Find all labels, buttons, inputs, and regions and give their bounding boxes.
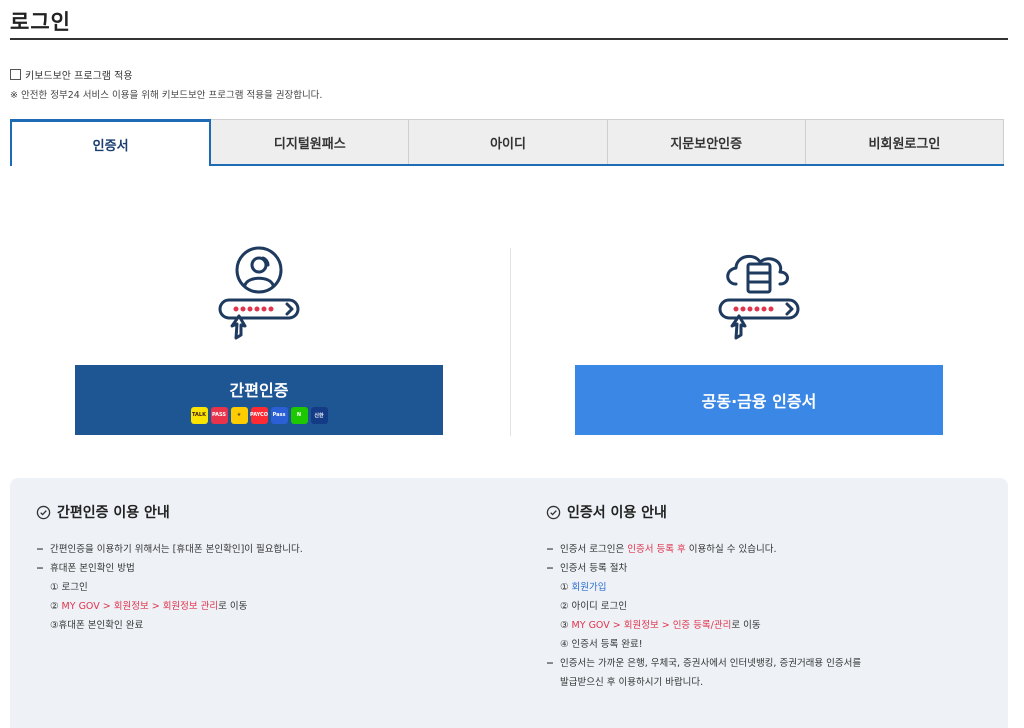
check-circle-icon [36,505,51,519]
sign-up-link[interactable]: 회원가입 [572,582,607,593]
tab-digital-onepass[interactable]: 디지털원패스 [211,119,410,164]
my-gov-cert-link[interactable]: MY GOV > 회원정보 > 인증 등록/관리 [572,620,732,631]
tab-certificate[interactable]: 인증서 [10,119,212,166]
certificate-guide-item: 인증서는 가까운 은행, 우체국, 증권사에서 인터넷뱅킹, 증권거래용 인증서… [560,658,862,669]
section-divider [510,248,511,436]
check-circle-icon [546,505,561,519]
simple-auth-guide-item: 휴대폰 본인확인 방법 [50,563,135,574]
simple-auth-illustration-icon [212,246,308,342]
tab-fingerprint[interactable]: 지문보안인증 [607,119,806,164]
tab-guest-login[interactable]: 비회원로그인 [805,119,1005,164]
kakao-app-icon: TALK [190,406,208,424]
keyboard-security-option[interactable]: 키보드보안 프로그램 적용 [10,67,133,82]
certificate-step: ① 회원가입 [560,582,607,593]
certificate-guide-item: 인증서 등록 절차 [560,563,628,574]
tab-id[interactable]: 아이디 [409,119,608,164]
simple-auth-button[interactable]: 간편인증 TALK PASS ★ PAYCO Pass N 신한 [75,365,443,435]
samsung-pass-app-icon: Pass [270,406,288,424]
payco-app-icon: PAYCO [250,406,268,424]
certificate-step: ④ 인증서 등록 완료! [560,639,643,650]
my-gov-profile-link[interactable]: MY GOV > 회원정보 > 회원정보 관리 [62,601,219,612]
certificate-step: ③ MY GOV > 회원정보 > 인증 등록/관리로 이동 [560,620,761,631]
login-method-tabs: 인증서 디지털원패스 아이디 지문보안인증 비회원로그인 [10,119,1005,166]
simple-auth-step: ② MY GOV > 회원정보 > 회원정보 관리로 이동 [50,601,248,612]
certificate-guide-item: 인증서 로그인은 인증서 등록 후 이용하실 수 있습니다. [560,544,777,555]
kb-app-icon: ★ [230,406,248,424]
simple-auth-guide-title: 간편인증 이용 안내 [57,505,170,521]
certificate-login-button[interactable]: 공동·금융 인증서 [575,365,943,435]
certificate-step: ② 아이디 로그인 [560,601,627,612]
simple-auth-button-label: 간편인증 [229,380,289,400]
title-divider [10,38,1008,40]
keyboard-security-notice: ※ 안전한 정부24 서비스 이용을 위해 키보드보안 프로그램 적용을 권장합… [10,90,323,101]
simple-auth-guide-item: 간편인증을 이용하기 위해서는 [휴대폰 본인확인]이 필요합니다. [50,544,303,555]
pass-app-icon: PASS [210,406,228,424]
certificate-guide-title: 인증서 이용 안내 [567,505,667,521]
certificate-illustration-icon [710,246,806,342]
certificate-guide-item-cont: 발급받으신 후 이용하시기 바랍니다. [560,677,704,688]
certificate-guide: 인증서 이용 안내 − 인증서 로그인은 인증서 등록 후 이용하실 수 있습니다… [546,502,861,692]
keyboard-security-checkbox[interactable] [10,69,21,80]
keyboard-security-label: 키보드보안 프로그램 적용 [25,71,133,82]
guide-panel: 간편인증 이용 안내 − 간편인증을 이용하기 위해서는 [휴대폰 본인확인]이 … [10,478,1008,728]
shinhan-app-icon: 신한 [310,406,328,424]
simple-auth-step: ③휴대폰 본인확인 완료 [50,620,144,631]
simple-auth-step: ① 로그인 [50,582,88,593]
simple-auth-guide: 간편인증 이용 안내 − 간편인증을 이용하기 위해서는 [휴대폰 본인확인]이 … [36,502,303,635]
page-title: 로그인 [10,10,71,34]
naver-app-icon: N [290,406,308,424]
simple-auth-app-icons: TALK PASS ★ PAYCO Pass N 신한 [190,406,328,424]
